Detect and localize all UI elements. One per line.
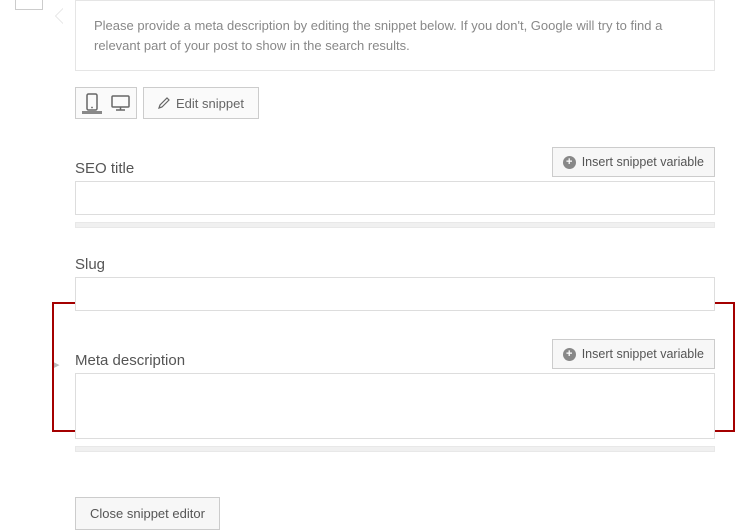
slug-label: Slug (75, 256, 105, 273)
meta-description-label: Meta description (75, 352, 185, 369)
gear-icon-box (15, 0, 43, 10)
insert-variable-label: Insert snippet variable (582, 347, 704, 361)
insert-variable-label: Insert snippet variable (582, 155, 704, 169)
meta-description-progress (75, 446, 715, 452)
meta-description-input[interactable] (75, 373, 715, 439)
edit-snippet-label: Edit snippet (176, 96, 244, 111)
mobile-icon[interactable] (82, 92, 102, 114)
seo-title-progress (75, 222, 715, 228)
callout-arrow (55, 8, 63, 24)
desktop-icon[interactable] (110, 92, 130, 114)
edit-snippet-button[interactable]: Edit snippet (143, 87, 259, 119)
close-button-label: Close snippet editor (90, 506, 205, 521)
hint-text: Please provide a meta description by edi… (75, 0, 715, 71)
slug-input[interactable] (75, 277, 715, 311)
side-arrow-icon: ▸ (52, 355, 60, 373)
view-toggle-row: Edit snippet (75, 87, 715, 119)
device-toggle[interactable] (75, 87, 137, 119)
seo-title-section: SEO title + Insert snippet variable (75, 147, 715, 228)
plus-icon: + (563, 348, 576, 361)
slug-section: Slug (75, 256, 715, 311)
insert-variable-seo-title[interactable]: + Insert snippet variable (552, 147, 715, 177)
pencil-icon (158, 97, 170, 109)
meta-description-section: Meta description + Insert snippet variab… (75, 339, 715, 452)
seo-title-label: SEO title (75, 160, 134, 177)
close-snippet-editor-button[interactable]: Close snippet editor (75, 497, 220, 530)
seo-title-input[interactable] (75, 181, 715, 215)
plus-icon: + (563, 156, 576, 169)
insert-variable-meta-description[interactable]: + Insert snippet variable (552, 339, 715, 369)
